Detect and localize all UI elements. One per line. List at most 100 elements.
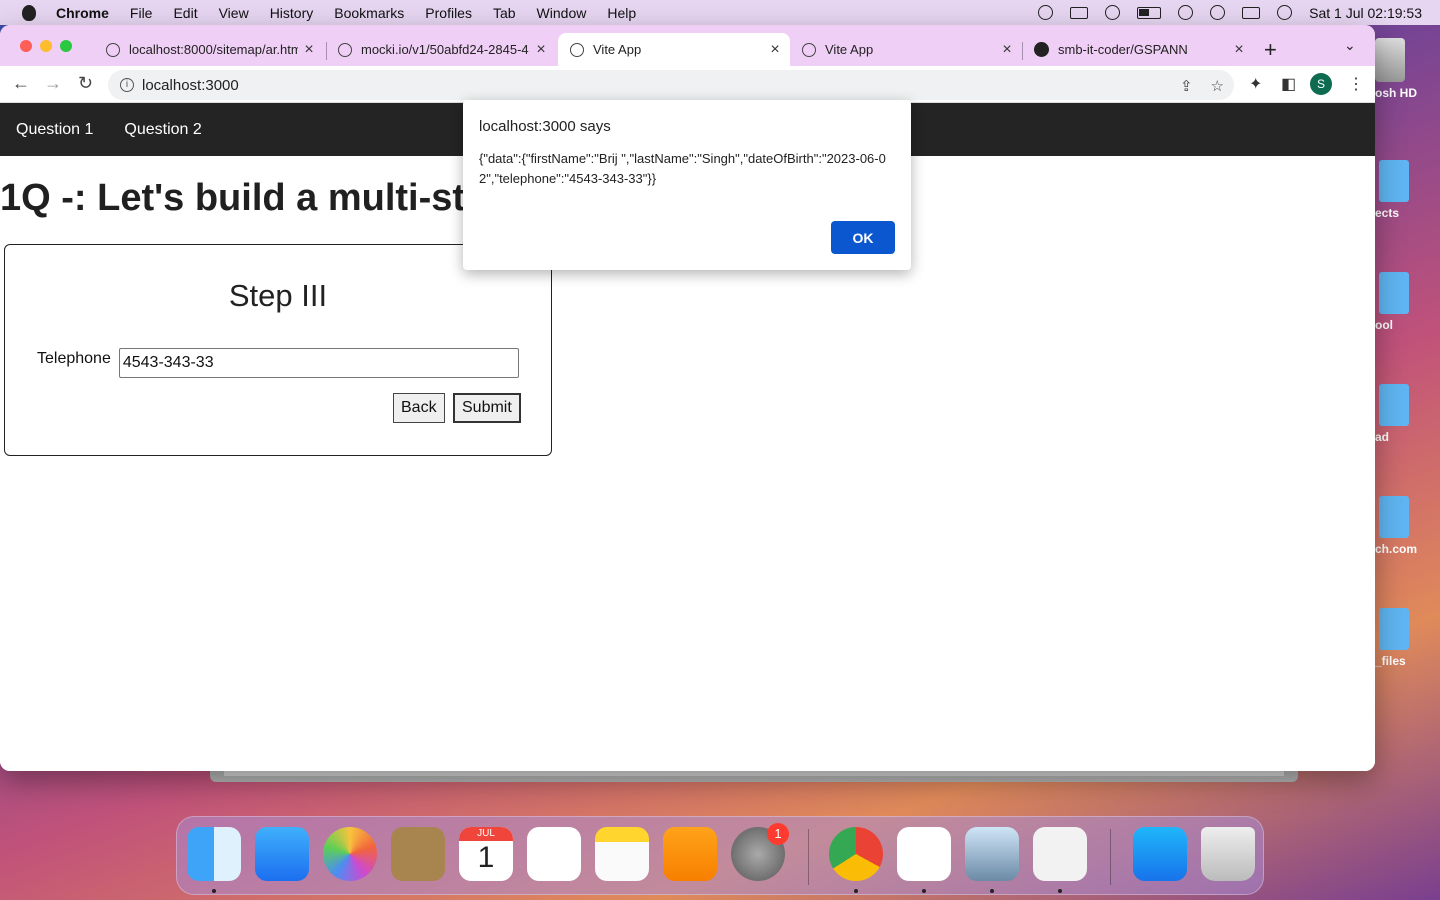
new-tab-icon[interactable]: +	[1264, 37, 1277, 63]
finder-icon[interactable]	[187, 827, 241, 881]
spotlight-search-icon[interactable]	[1210, 5, 1226, 20]
folder-icon	[1379, 608, 1409, 650]
nav-question-1[interactable]: Question 1	[16, 121, 93, 139]
telephone-field-row: Telephone	[37, 348, 519, 378]
desktop-item-label: ects	[1375, 206, 1400, 220]
ok-button[interactable]: OK	[831, 221, 895, 254]
menu-help[interactable]: Help	[607, 5, 636, 21]
menu-profiles[interactable]: Profiles	[425, 5, 472, 21]
menu-file[interactable]: File	[130, 5, 153, 21]
menu-view[interactable]: View	[219, 5, 249, 21]
telephone-label: Telephone	[37, 350, 111, 367]
desktop-item-label: ad	[1375, 430, 1390, 444]
dialog-message: {"data":{"firstName":"Brij ","lastName":…	[479, 151, 886, 186]
window-controls	[20, 40, 72, 52]
alert-dialog: localhost:3000 says {"data":{"firstName"…	[463, 100, 911, 270]
menu-tab[interactable]: Tab	[493, 5, 516, 21]
back-button[interactable]: Back	[393, 393, 445, 423]
github-icon	[1034, 42, 1049, 57]
step-title: Step III	[228, 278, 328, 313]
submit-button[interactable]: Submit	[453, 393, 521, 423]
bluetooth-icon[interactable]	[1105, 5, 1121, 20]
running-indicator	[854, 889, 858, 893]
desktop-item-folder[interactable]: ool	[1375, 272, 1440, 332]
minimize-window-button[interactable]	[40, 40, 52, 52]
tab-github[interactable]: smb-it-coder/GSPANN ×	[1022, 33, 1254, 66]
dock: JUL 1 1	[176, 816, 1264, 895]
more-menu-icon[interactable]: ⋮	[1348, 74, 1364, 94]
desktop-item-hd[interactable]: osh HD	[1375, 38, 1440, 100]
notes-icon[interactable]	[595, 827, 649, 881]
calendar-month: JUL	[459, 827, 513, 841]
tab-title: Vite App	[593, 42, 642, 57]
menu-clock[interactable]: Sat 1 Jul 02:19:53	[1309, 5, 1422, 21]
menu-app-name[interactable]: Chrome	[56, 5, 109, 21]
battery-icon[interactable]	[1137, 6, 1162, 19]
close-tab-icon[interactable]: ×	[1232, 41, 1246, 59]
keyboard-input-icon[interactable]	[1070, 6, 1089, 19]
tab-mocki[interactable]: mocki.io/v1/50abfd24-2845-4 ×	[326, 33, 556, 66]
menu-history[interactable]: History	[270, 5, 314, 21]
running-indicator	[1058, 889, 1062, 893]
page-heading: 1Q -: Let's build a multi-step	[0, 177, 470, 219]
trash-icon[interactable]	[1201, 827, 1255, 881]
globe-icon	[802, 42, 816, 57]
control-center-icon[interactable]	[1242, 6, 1261, 19]
wifi-icon[interactable]	[1178, 5, 1194, 20]
close-window-button[interactable]	[20, 40, 32, 52]
vscode-icon[interactable]	[897, 827, 951, 881]
omnibox-actions: ⇪ ☆	[1180, 77, 1224, 95]
running-indicator	[990, 889, 994, 893]
desktop-item-folder[interactable]: ch.com	[1375, 496, 1440, 556]
preview-icon[interactable]	[965, 827, 1019, 881]
pages-icon[interactable]	[663, 827, 717, 881]
tab-vite-app-active[interactable]: Vite App ×	[558, 33, 790, 66]
photos-icon[interactable]	[323, 827, 377, 881]
tab-sitemap[interactable]: localhost:8000/sitemap/ar.html ×	[94, 33, 324, 66]
menu-edit[interactable]: Edit	[173, 5, 197, 21]
tab-strip: localhost:8000/sitemap/ar.html × mocki.i…	[0, 25, 1375, 66]
close-tab-icon[interactable]: ×	[534, 41, 548, 59]
apple-icon[interactable]	[22, 4, 36, 21]
close-tab-icon[interactable]: ×	[1000, 41, 1014, 59]
siri-icon[interactable]	[1277, 5, 1293, 20]
chrome-icon[interactable]	[829, 827, 883, 881]
telephone-input[interactable]	[118, 348, 519, 378]
side-panel-icon[interactable]: ◧	[1281, 74, 1296, 94]
dock-separator	[808, 829, 809, 885]
back-arrow-icon[interactable]: ←	[12, 73, 30, 94]
system-information-icon[interactable]	[1033, 827, 1087, 881]
calendar-icon[interactable]: JUL 1	[459, 827, 513, 881]
address-bar[interactable]: i localhost:3000 ⇪ ☆	[108, 70, 1234, 100]
weather-icon[interactable]	[1038, 5, 1054, 20]
desktop-item-folder[interactable]: ects	[1375, 160, 1440, 220]
menu-window[interactable]: Window	[537, 5, 587, 21]
desktop-item-label: _files	[1375, 654, 1406, 668]
calendar-day: 1	[477, 841, 495, 874]
profile-avatar[interactable]: S	[1310, 73, 1332, 95]
app-store-icon[interactable]	[1133, 827, 1187, 881]
share-icon[interactable]: ⇪	[1180, 77, 1193, 95]
browser-toolbar: ← → ↻ i localhost:3000 ⇪ ☆ ✦ ◧ S ⋮	[0, 66, 1375, 103]
reload-icon[interactable]: ↻	[78, 73, 93, 94]
running-indicator	[922, 889, 926, 893]
contacts-icon[interactable]	[391, 827, 445, 881]
close-tab-icon[interactable]: ×	[768, 41, 782, 59]
mail-icon[interactable]	[255, 827, 309, 881]
address-url[interactable]: localhost:3000	[142, 77, 239, 94]
forward-arrow-icon[interactable]: →	[44, 73, 62, 94]
zoom-window-button[interactable]	[60, 40, 72, 52]
extensions-icon[interactable]: ✦	[1249, 74, 1262, 94]
desktop-item-folder[interactable]: _files	[1375, 608, 1440, 668]
site-info-icon[interactable]: i	[120, 78, 134, 92]
desktop-item-folder[interactable]: ad	[1375, 384, 1440, 444]
bookmark-star-icon[interactable]: ☆	[1211, 77, 1224, 95]
nav-question-2[interactable]: Question 2	[124, 121, 201, 139]
close-tab-icon[interactable]: ×	[302, 41, 316, 59]
dock-separator	[1110, 829, 1111, 885]
tab-vite-app[interactable]: Vite App ×	[790, 33, 1022, 66]
menu-bookmarks[interactable]: Bookmarks	[334, 5, 404, 21]
tab-search-chevron-icon[interactable]: ⌄	[1344, 37, 1356, 54]
reminders-icon[interactable]	[527, 827, 581, 881]
tab-title: Vite App	[825, 42, 874, 57]
